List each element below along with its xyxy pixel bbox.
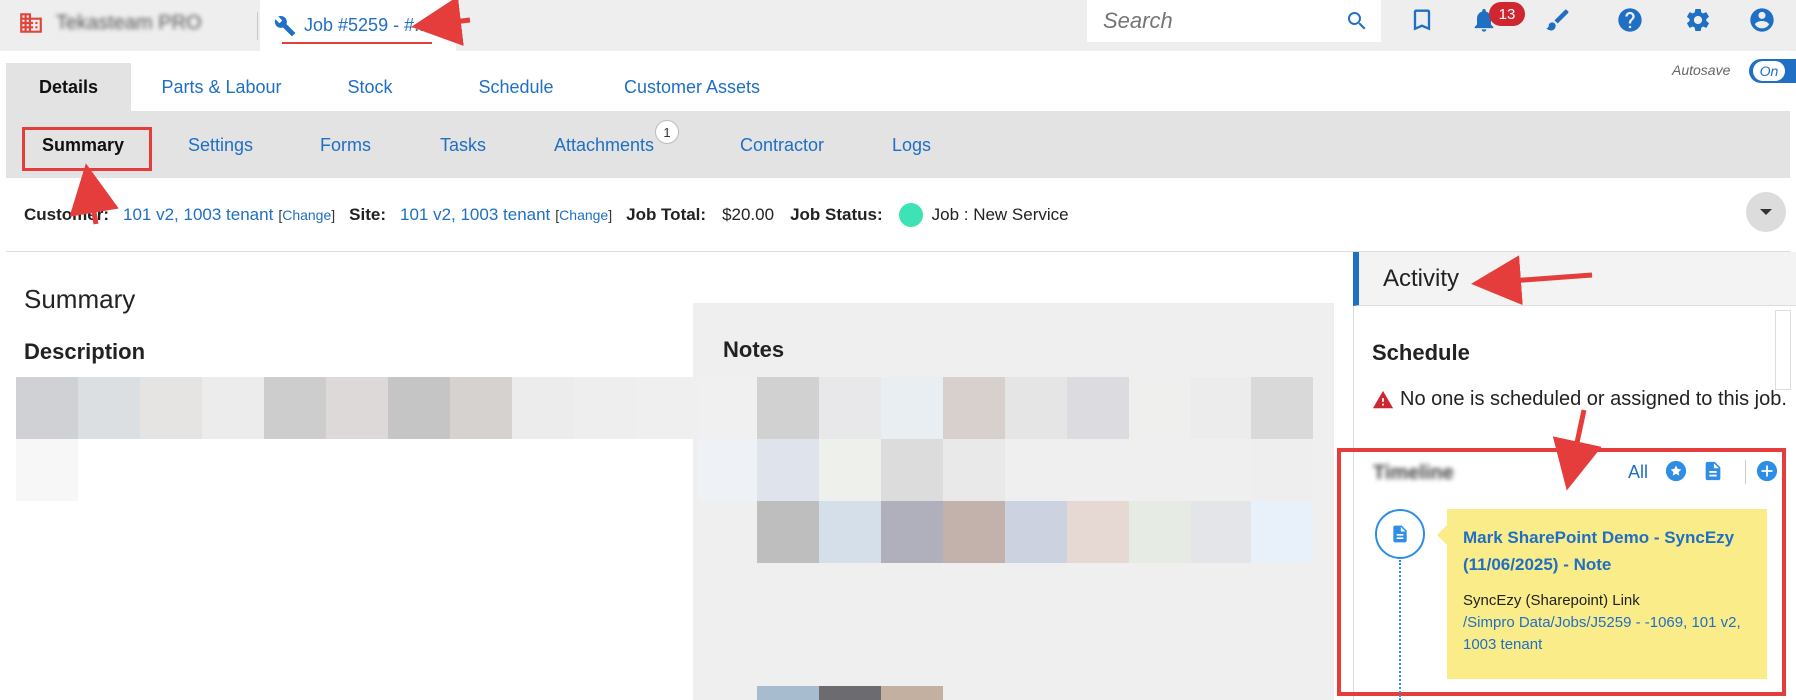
tab-settings[interactable]: Settings [188,135,253,156]
wrench-icon [274,15,296,36]
tab-tasks[interactable]: Tasks [440,135,486,156]
job-total-value: $20.00 [722,205,775,224]
site-change: [Change] [555,207,613,223]
primary-tabs: Details Parts & Labour Stock Schedule Cu… [6,63,780,111]
schedule-message: No one is scheduled or assigned to this … [1372,388,1787,411]
tab-logs[interactable]: Logs [892,135,931,156]
topbar-divider [257,12,258,40]
badge-icon[interactable] [1665,460,1687,482]
job-status-label: Job Status: [790,205,883,224]
company-switcher[interactable]: Tekasteam PRO [18,10,202,36]
tab-schedule[interactable]: Schedule [448,63,584,111]
customer-link[interactable]: 101 v2, 1003 tenant [123,205,273,225]
timeline-note-card: Mark SharePoint Demo - SyncEzy (11/06/20… [1447,509,1767,679]
search-input[interactable] [1103,8,1333,34]
autosave-label: Autosave [1672,62,1731,78]
annotation-underline [282,42,432,44]
timeline-node [1375,509,1425,559]
site-change-link[interactable]: Change [559,207,608,223]
job-status-value[interactable]: Job : New Service [932,205,1069,225]
note-link[interactable]: /Simpro Data/Jobs/J5259 - -1069, 101 v2,… [1463,612,1751,656]
customer-change: [Change] [278,207,336,223]
timeline-line [1399,560,1401,700]
tab-summary[interactable]: Summary [42,135,124,156]
site-label: Site: [349,205,386,224]
site-link[interactable]: 101 v2, 1003 tenant [400,205,550,225]
status-dot [898,203,923,227]
document-icon[interactable] [1702,460,1724,482]
job-info-bar: Customer: 101 v2, 1003 tenant [Change] S… [24,203,1069,227]
customer-change-link[interactable]: Change [282,207,331,223]
company-name: Tekasteam PRO [56,11,202,34]
warning-icon [1372,390,1394,408]
paint-icon[interactable] [1542,4,1574,36]
expand-button[interactable] [1746,192,1786,232]
help-icon[interactable] [1614,4,1646,36]
job-tab-label: Job #5259 - #... [304,15,430,35]
note-document-icon [1393,525,1407,543]
search-icon[interactable] [1345,9,1369,33]
user-account-icon[interactable] [1746,4,1778,36]
gear-icon[interactable] [1682,4,1714,36]
add-icon[interactable] [1756,460,1778,482]
autosave-state: On [1753,61,1785,81]
schedule-heading: Schedule [1372,340,1470,365]
timeline-filter-all[interactable]: All [1628,462,1648,483]
search-box[interactable] [1087,0,1381,42]
tab-forms[interactable]: Forms [320,135,371,156]
tab-customer-assets[interactable]: Customer Assets [604,63,780,111]
activity-heading: Activity [1383,265,1460,292]
customer-label: Customer: [24,205,110,224]
building-icon [20,13,42,33]
bookmark-icon[interactable] [1406,4,1438,36]
secondary-tabs: Summary Settings Forms Tasks Attachments… [6,111,1790,178]
tab-parts-labour[interactable]: Parts & Labour [141,63,302,111]
timeline-heading: Timeline [1373,462,1454,484]
attachments-count-badge: 1 [655,120,679,144]
chevron-down-icon [1760,209,1772,215]
note-pointer [1437,525,1447,545]
activity-scrollbar[interactable] [1775,310,1791,390]
summary-heading: Summary [24,284,136,314]
note-subtitle: SyncEzy (Sharepoint) Link [1463,592,1640,609]
notification-badge: 13 [1489,2,1525,26]
job-total-label: Job Total: [626,205,707,224]
timeline-separator [1745,460,1746,484]
tab-details[interactable]: Details [6,63,131,111]
tab-stock[interactable]: Stock [312,63,428,111]
description-heading: Description [24,339,146,364]
note-title[interactable]: Mark SharePoint Demo - SyncEzy (11/06/20… [1463,524,1751,578]
schedule-message-text: No one is scheduled or assigned to this … [1400,388,1787,410]
tab-attachments[interactable]: Attachments [554,135,654,156]
notes-heading: Notes [723,337,785,362]
tab-contractor[interactable]: Contractor [740,135,824,156]
autosave-toggle[interactable]: On [1749,59,1796,83]
